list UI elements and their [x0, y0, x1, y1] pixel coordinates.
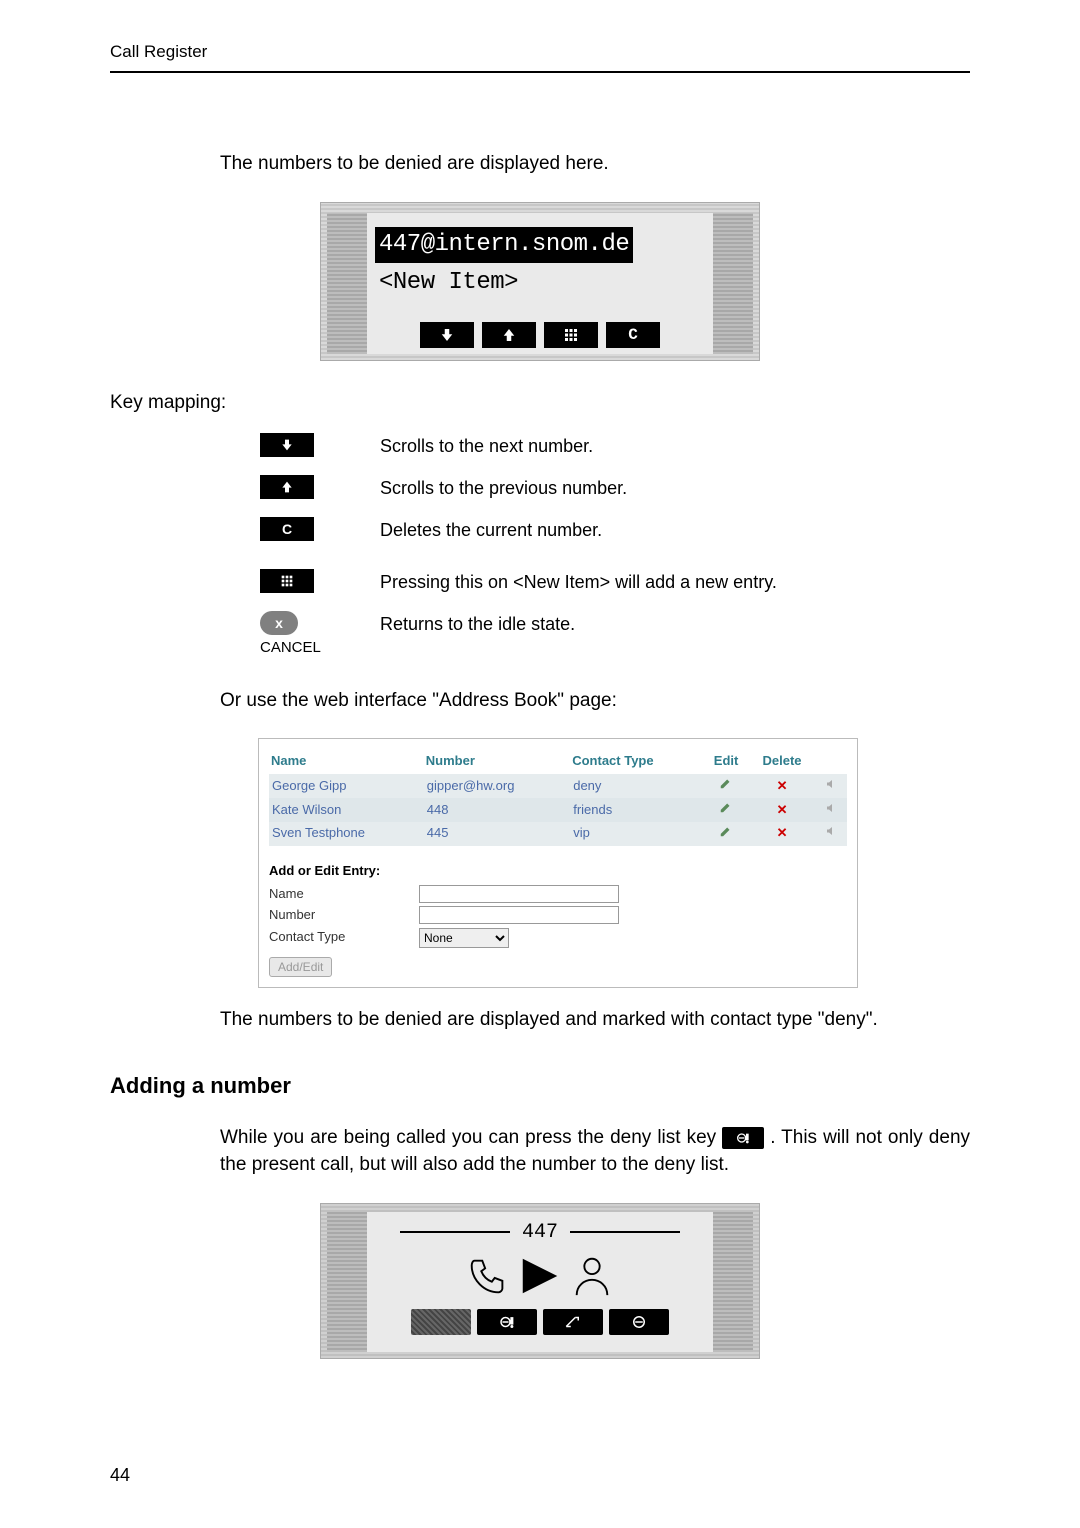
table-row: Sven Testphone 445 vip ✕: [269, 822, 847, 846]
table-row: Kate Wilson 448 friends ✕: [269, 798, 847, 822]
deny-icon: [735, 1130, 751, 1146]
arrow-up-icon: [500, 326, 518, 344]
page-body: The numbers to be denied are displayed h…: [110, 150, 970, 1359]
addressbook-figure: Name Number Contact Type Edit Delete Geo…: [258, 738, 858, 988]
addressbook-table: Name Number Contact Type Edit Delete Geo…: [269, 749, 847, 845]
softkey-c: C: [606, 322, 660, 348]
cell-ctype[interactable]: vip: [570, 822, 704, 846]
key-down: [260, 433, 314, 457]
transfer-icon: [564, 1313, 582, 1331]
cell-edit[interactable]: [704, 798, 749, 822]
inline-deny-key: [722, 1127, 764, 1149]
reject-icon: [630, 1313, 648, 1331]
page-header: Call Register: [110, 40, 970, 73]
form-title: Add or Edit Entry:: [269, 862, 847, 881]
cell-vol[interactable]: [816, 822, 847, 846]
softkey-reject: [609, 1309, 669, 1335]
lcd-selected-entry: 447@intern.snom.de: [375, 227, 633, 264]
keymap-up-desc: Scrolls to the previous number.: [380, 475, 780, 501]
addressbook-form: Add or Edit Entry: Name Number Contact T…: [269, 862, 847, 978]
cell-number[interactable]: gipper@hw.org: [424, 774, 570, 798]
softkey-transfer: [543, 1309, 603, 1335]
keypad-icon: [279, 573, 295, 589]
col-edit: Edit: [704, 749, 749, 774]
adressbook-intro: Or use the web interface "Address Book" …: [110, 687, 970, 715]
lcd-incoming-call-figure: 447: [320, 1203, 760, 1359]
form-label-ctype: Contact Type: [269, 928, 419, 948]
keymap-grid-desc: Pressing this on <New Item> will add a n…: [380, 569, 780, 595]
lcd-softkey-row: C: [375, 322, 705, 348]
keymap-heading: Key mapping:: [110, 389, 970, 417]
form-label-name: Name: [269, 885, 419, 904]
speaker-icon: [824, 778, 838, 790]
cell-name[interactable]: Kate Wilson: [269, 798, 424, 822]
arrow-down-icon: [438, 326, 456, 344]
adding-number-paragraph: While you are being called you can press…: [110, 1124, 970, 1179]
cell-delete[interactable]: ✕: [748, 822, 815, 846]
lcd-new-item: <New Item>: [375, 265, 522, 302]
call-softkey-row: [375, 1309, 705, 1335]
call-number-row: 447: [375, 1218, 705, 1247]
page-number: 44: [110, 1462, 130, 1488]
name-input[interactable]: [419, 885, 619, 903]
cell-number[interactable]: 445: [424, 822, 570, 846]
key-up: [260, 475, 314, 499]
table-row: George Gipp gipper@hw.org deny ✕: [269, 774, 847, 798]
softkey-down: [420, 322, 474, 348]
lcd-denylist-figure: 447@intern.snom.de <New Item>: [320, 202, 760, 362]
cell-name[interactable]: George Gipp: [269, 774, 424, 798]
cell-number[interactable]: 448: [424, 798, 570, 822]
keymap-down-desc: Scrolls to the next number.: [380, 433, 780, 459]
cell-edit[interactable]: [704, 822, 749, 846]
speaker-icon: [824, 802, 838, 814]
cell-vol[interactable]: [816, 774, 847, 798]
key-c: C: [260, 517, 314, 541]
pencil-icon: [719, 824, 733, 838]
denied-marked-paragraph: The numbers to be denied are displayed a…: [110, 1006, 970, 1034]
col-delete: Delete: [748, 749, 815, 774]
pencil-icon: [719, 800, 733, 814]
adding-number-heading: Adding a number: [110, 1070, 970, 1102]
softkey-up: [482, 322, 536, 348]
cell-delete[interactable]: ✕: [748, 798, 815, 822]
cell-ctype[interactable]: friends: [570, 798, 704, 822]
col-ctype: Contact Type: [570, 749, 704, 774]
adding-number-text-a: While you are being called you can press…: [220, 1127, 722, 1148]
col-number: Number: [424, 749, 570, 774]
number-input[interactable]: [419, 906, 619, 924]
arrow-up-icon: [279, 479, 295, 495]
keypad-icon: [562, 326, 580, 344]
cell-name[interactable]: Sven Testphone: [269, 822, 424, 846]
arrow-down-icon: [279, 437, 295, 453]
softkey-deny: [477, 1309, 537, 1335]
keymap-cancel-desc: Returns to the idle state.: [380, 611, 780, 637]
person-icon: [569, 1253, 615, 1299]
col-name: Name: [269, 749, 424, 774]
keymap-table: Scrolls to the next number. Scrolls to t…: [260, 433, 780, 659]
key-cancel: x: [260, 611, 298, 635]
intro-paragraph: The numbers to be denied are displayed h…: [110, 150, 970, 178]
phone-icon: [465, 1253, 511, 1299]
keymap-c-desc: Deletes the current number.: [380, 517, 780, 543]
form-label-number: Number: [269, 906, 419, 925]
add-edit-button[interactable]: Add/Edit: [269, 957, 332, 977]
deny-icon: [498, 1313, 516, 1331]
pencil-icon: [719, 776, 733, 790]
speaker-icon: [824, 825, 838, 837]
cell-delete[interactable]: ✕: [748, 774, 815, 798]
ctype-select[interactable]: None: [419, 928, 509, 948]
call-icon-row: [375, 1253, 705, 1299]
softkey-blank: [411, 1309, 471, 1335]
header-title: Call Register: [110, 42, 207, 61]
cell-ctype[interactable]: deny: [570, 774, 704, 798]
softkey-keypad: [544, 322, 598, 348]
cell-vol[interactable]: [816, 798, 847, 822]
call-number: 447: [522, 1221, 558, 1244]
key-cancel-label: CANCEL: [260, 637, 321, 659]
arrow-right-icon: [517, 1253, 563, 1299]
cell-edit[interactable]: [704, 774, 749, 798]
key-keypad: [260, 569, 314, 593]
